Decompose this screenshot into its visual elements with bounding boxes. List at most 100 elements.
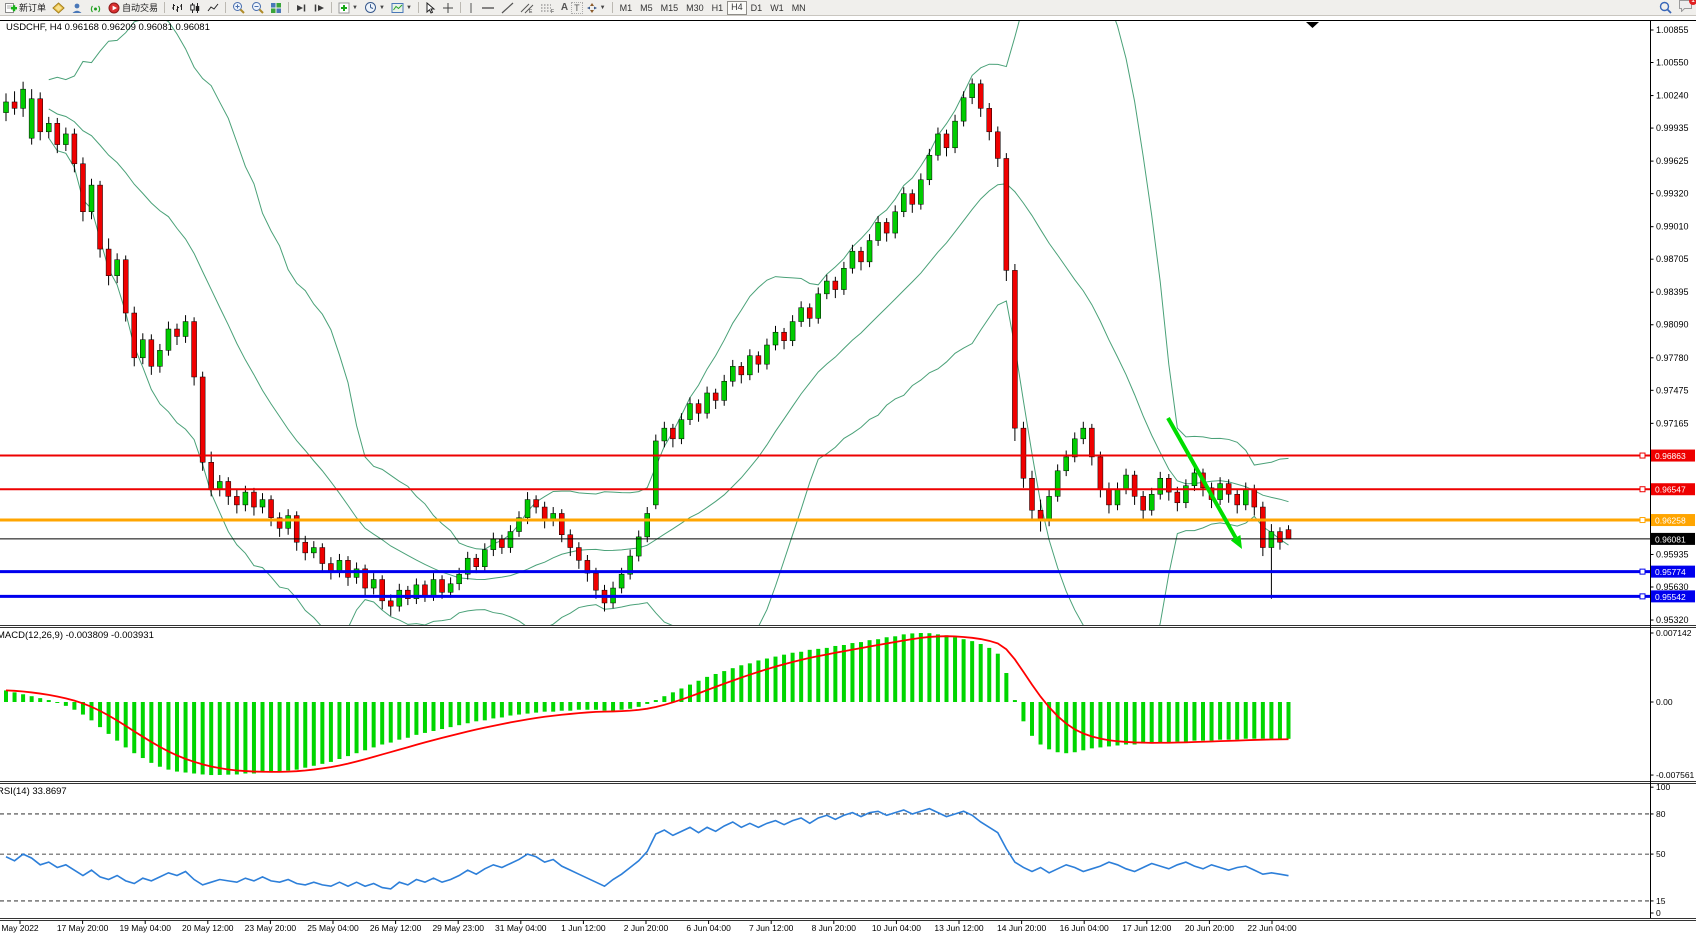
toolbar-separator: [612, 2, 613, 13]
toolbar-separator: [331, 2, 332, 13]
search-icon[interactable]: [1659, 1, 1672, 14]
time-tick-label: 31 May 04:00: [495, 923, 547, 933]
notification-badge: 1: [1689, 0, 1696, 5]
toolbar-separator: [418, 2, 419, 13]
hline-handle[interactable]: [1640, 518, 1645, 523]
vertical-line-button[interactable]: [464, 1, 478, 14]
price-tick-label: 0.95320: [1656, 615, 1689, 625]
new-order-button[interactable]: 新订单: [2, 1, 49, 14]
metatrader-window: 新订单 自动交易: [0, 0, 1696, 934]
line-chart-icon: [207, 2, 219, 14]
tf-m15[interactable]: M15: [657, 2, 683, 14]
price-tick-label: 0.99320: [1656, 189, 1689, 199]
hline-handle[interactable]: [1640, 569, 1645, 574]
tf-m1[interactable]: M1: [616, 2, 637, 14]
macd-indicator-label: MACD(12,26,9) -0.003809 -0.003931: [0, 630, 154, 641]
toolbar-separator: [164, 2, 165, 13]
signals-icon: [89, 2, 102, 14]
price-tick-label: 0.95630: [1656, 582, 1689, 592]
time-tick-label: 20 Jun 20:00: [1185, 923, 1234, 933]
crosshair-button[interactable]: [439, 1, 457, 14]
templates-icon: [391, 2, 404, 14]
time-tick-label: 17 May 20:00: [57, 923, 109, 933]
text-label-button[interactable]: T: [571, 2, 583, 14]
line-chart-button[interactable]: [204, 1, 222, 14]
hline-handle[interactable]: [1640, 487, 1645, 492]
price-tick-label: 0.97165: [1656, 418, 1689, 428]
time-tick-label: 6 Jun 04:00: [686, 923, 731, 933]
time-tick-label: 26 May 12:00: [370, 923, 422, 933]
rsi-axis-label: 80: [1656, 809, 1666, 819]
community-button[interactable]: [68, 1, 86, 14]
price-tick-label: 0.99625: [1656, 156, 1689, 166]
price-axis[interactable]: 0.968630.965470.962580.960810.957740.955…: [1651, 25, 1696, 918]
price-tick-label: 1.00855: [1656, 25, 1689, 35]
tile-windows-icon: [270, 2, 282, 14]
hline-handle[interactable]: [1640, 453, 1645, 458]
chat-button[interactable]: 1: [1678, 0, 1693, 17]
indicators-add-icon: [338, 2, 350, 14]
new-order-label: 新订单: [19, 1, 46, 14]
bar-chart-button[interactable]: [168, 1, 186, 14]
tf-m5[interactable]: M5: [636, 2, 657, 14]
metaeditor-button[interactable]: [49, 1, 68, 14]
svg-text:E: E: [529, 9, 533, 14]
time-tick-label: 10 Jun 04:00: [872, 923, 921, 933]
horizontal-lines[interactable]: [0, 453, 1650, 599]
cursor-button[interactable]: [422, 1, 439, 14]
candlestick-chart-button[interactable]: [186, 1, 204, 14]
horizontal-line-button[interactable]: [478, 1, 498, 14]
indicators-button[interactable]: ▼: [335, 1, 361, 14]
auto-scroll-button[interactable]: [292, 1, 310, 14]
chevron-down-icon: ▼: [600, 5, 606, 11]
text-button[interactable]: A: [558, 1, 571, 14]
macd-axis-label: -0.007561: [1656, 770, 1695, 780]
crosshair-icon: [442, 2, 454, 14]
tile-windows-button[interactable]: [267, 1, 285, 14]
chart-canvas[interactable]: 0.968630.965470.962580.960810.957740.955…: [0, 0, 1696, 934]
tf-w1[interactable]: W1: [766, 2, 788, 14]
zoom-in-button[interactable]: [229, 1, 248, 14]
tf-h1[interactable]: H1: [708, 2, 728, 14]
zoom-in-icon: [232, 1, 245, 14]
time-tick-label: 20 May 12:00: [182, 923, 234, 933]
trendline-button[interactable]: [498, 1, 517, 14]
zoom-out-icon: [251, 1, 264, 14]
tf-m30[interactable]: M30: [682, 2, 708, 14]
rsi-axis-label: 50: [1656, 849, 1666, 859]
autotrading-button[interactable]: 自动交易: [105, 1, 161, 14]
chart-shift-icon: [313, 2, 325, 14]
fibonacci-button[interactable]: F: [537, 1, 558, 14]
templates-button[interactable]: ▼: [388, 1, 415, 14]
trendline-icon: [501, 2, 514, 14]
periods-button[interactable]: ▼: [361, 1, 388, 14]
rsi-pane[interactable]: [0, 809, 1650, 901]
pane-borders: [0, 20, 1696, 921]
price-pane[interactable]: [0, 0, 1650, 691]
tf-mn[interactable]: MN: [788, 2, 810, 14]
chart-shift-button[interactable]: [310, 1, 328, 14]
tf-d1[interactable]: D1: [747, 2, 767, 14]
channel-button[interactable]: E: [517, 1, 537, 14]
time-tick-label: 19 May 04:00: [119, 923, 171, 933]
toolbar-separator: [288, 2, 289, 13]
vertical-line-icon: [467, 2, 475, 14]
hline-handle[interactable]: [1640, 594, 1645, 599]
time-axis[interactable]: May 202217 May 20:0019 May 04:0020 May 1…: [1, 921, 1297, 934]
macd-axis-label: 0.00: [1656, 697, 1673, 707]
arrows-button[interactable]: ▼: [583, 1, 609, 14]
signals-button[interactable]: [86, 1, 105, 14]
price-tick-label: 1.00240: [1656, 91, 1689, 101]
chart-shift-marker[interactable]: [1306, 22, 1319, 28]
macd-pane[interactable]: [4, 633, 1291, 775]
time-tick-label: 7 Jun 12:00: [749, 923, 794, 933]
price-tag-label: 0.96258: [1655, 516, 1686, 526]
candles-layer: [4, 79, 1292, 616]
metaeditor-icon: [52, 2, 65, 14]
tf-h4[interactable]: H4: [727, 1, 747, 15]
macd-axis-label: 0.007142: [1656, 628, 1692, 638]
time-tick-label: 13 Jun 12:00: [934, 923, 983, 933]
rsi-axis-label: 0: [1656, 908, 1661, 918]
main-toolbar: 新订单 自动交易: [0, 0, 1696, 16]
zoom-out-button[interactable]: [248, 1, 267, 14]
